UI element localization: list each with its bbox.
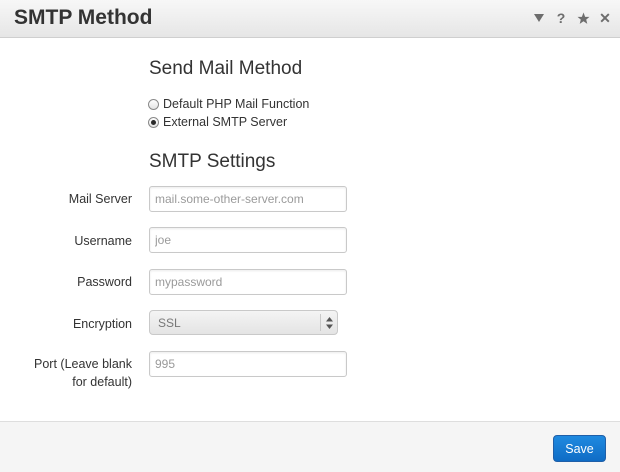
dialog-footer: Save [0, 421, 620, 472]
password-label: Password [77, 275, 132, 289]
window-controls: ? ✕ [532, 10, 612, 26]
window-title: SMTP Method [14, 6, 153, 29]
radio-button[interactable] [148, 98, 159, 110]
select-arrows-icon [320, 314, 337, 331]
mail-server-input[interactable] [149, 186, 347, 212]
radio-default-php[interactable]: Default PHP Mail Function [148, 97, 309, 111]
password-input[interactable] [149, 269, 347, 295]
username-label: Username [74, 234, 132, 248]
port-label: Port (Leave blank for default) [34, 357, 132, 389]
title-bar: SMTP Method ? ✕ [0, 0, 620, 38]
radio-label: External SMTP Server [163, 115, 288, 129]
star-icon[interactable] [576, 10, 590, 26]
radio-label: Default PHP Mail Function [163, 97, 310, 111]
radio-external-smtp[interactable]: External SMTP Server [148, 115, 287, 129]
smtp-settings-heading: SMTP Settings [149, 151, 276, 172]
port-input[interactable] [149, 351, 347, 377]
radio-button[interactable] [148, 116, 159, 128]
chevron-down-icon[interactable] [532, 10, 546, 26]
send-method-heading: Send Mail Method [149, 58, 303, 79]
username-input[interactable] [149, 227, 347, 253]
mail-server-label: Mail Server [68, 192, 132, 206]
encryption-label: Encryption [72, 317, 132, 331]
save-button[interactable]: Save [553, 435, 606, 462]
encryption-select[interactable]: SSL [149, 310, 338, 335]
help-icon[interactable]: ? [554, 10, 568, 26]
encryption-value: SSL [158, 316, 181, 330]
close-icon[interactable]: ✕ [598, 10, 612, 26]
